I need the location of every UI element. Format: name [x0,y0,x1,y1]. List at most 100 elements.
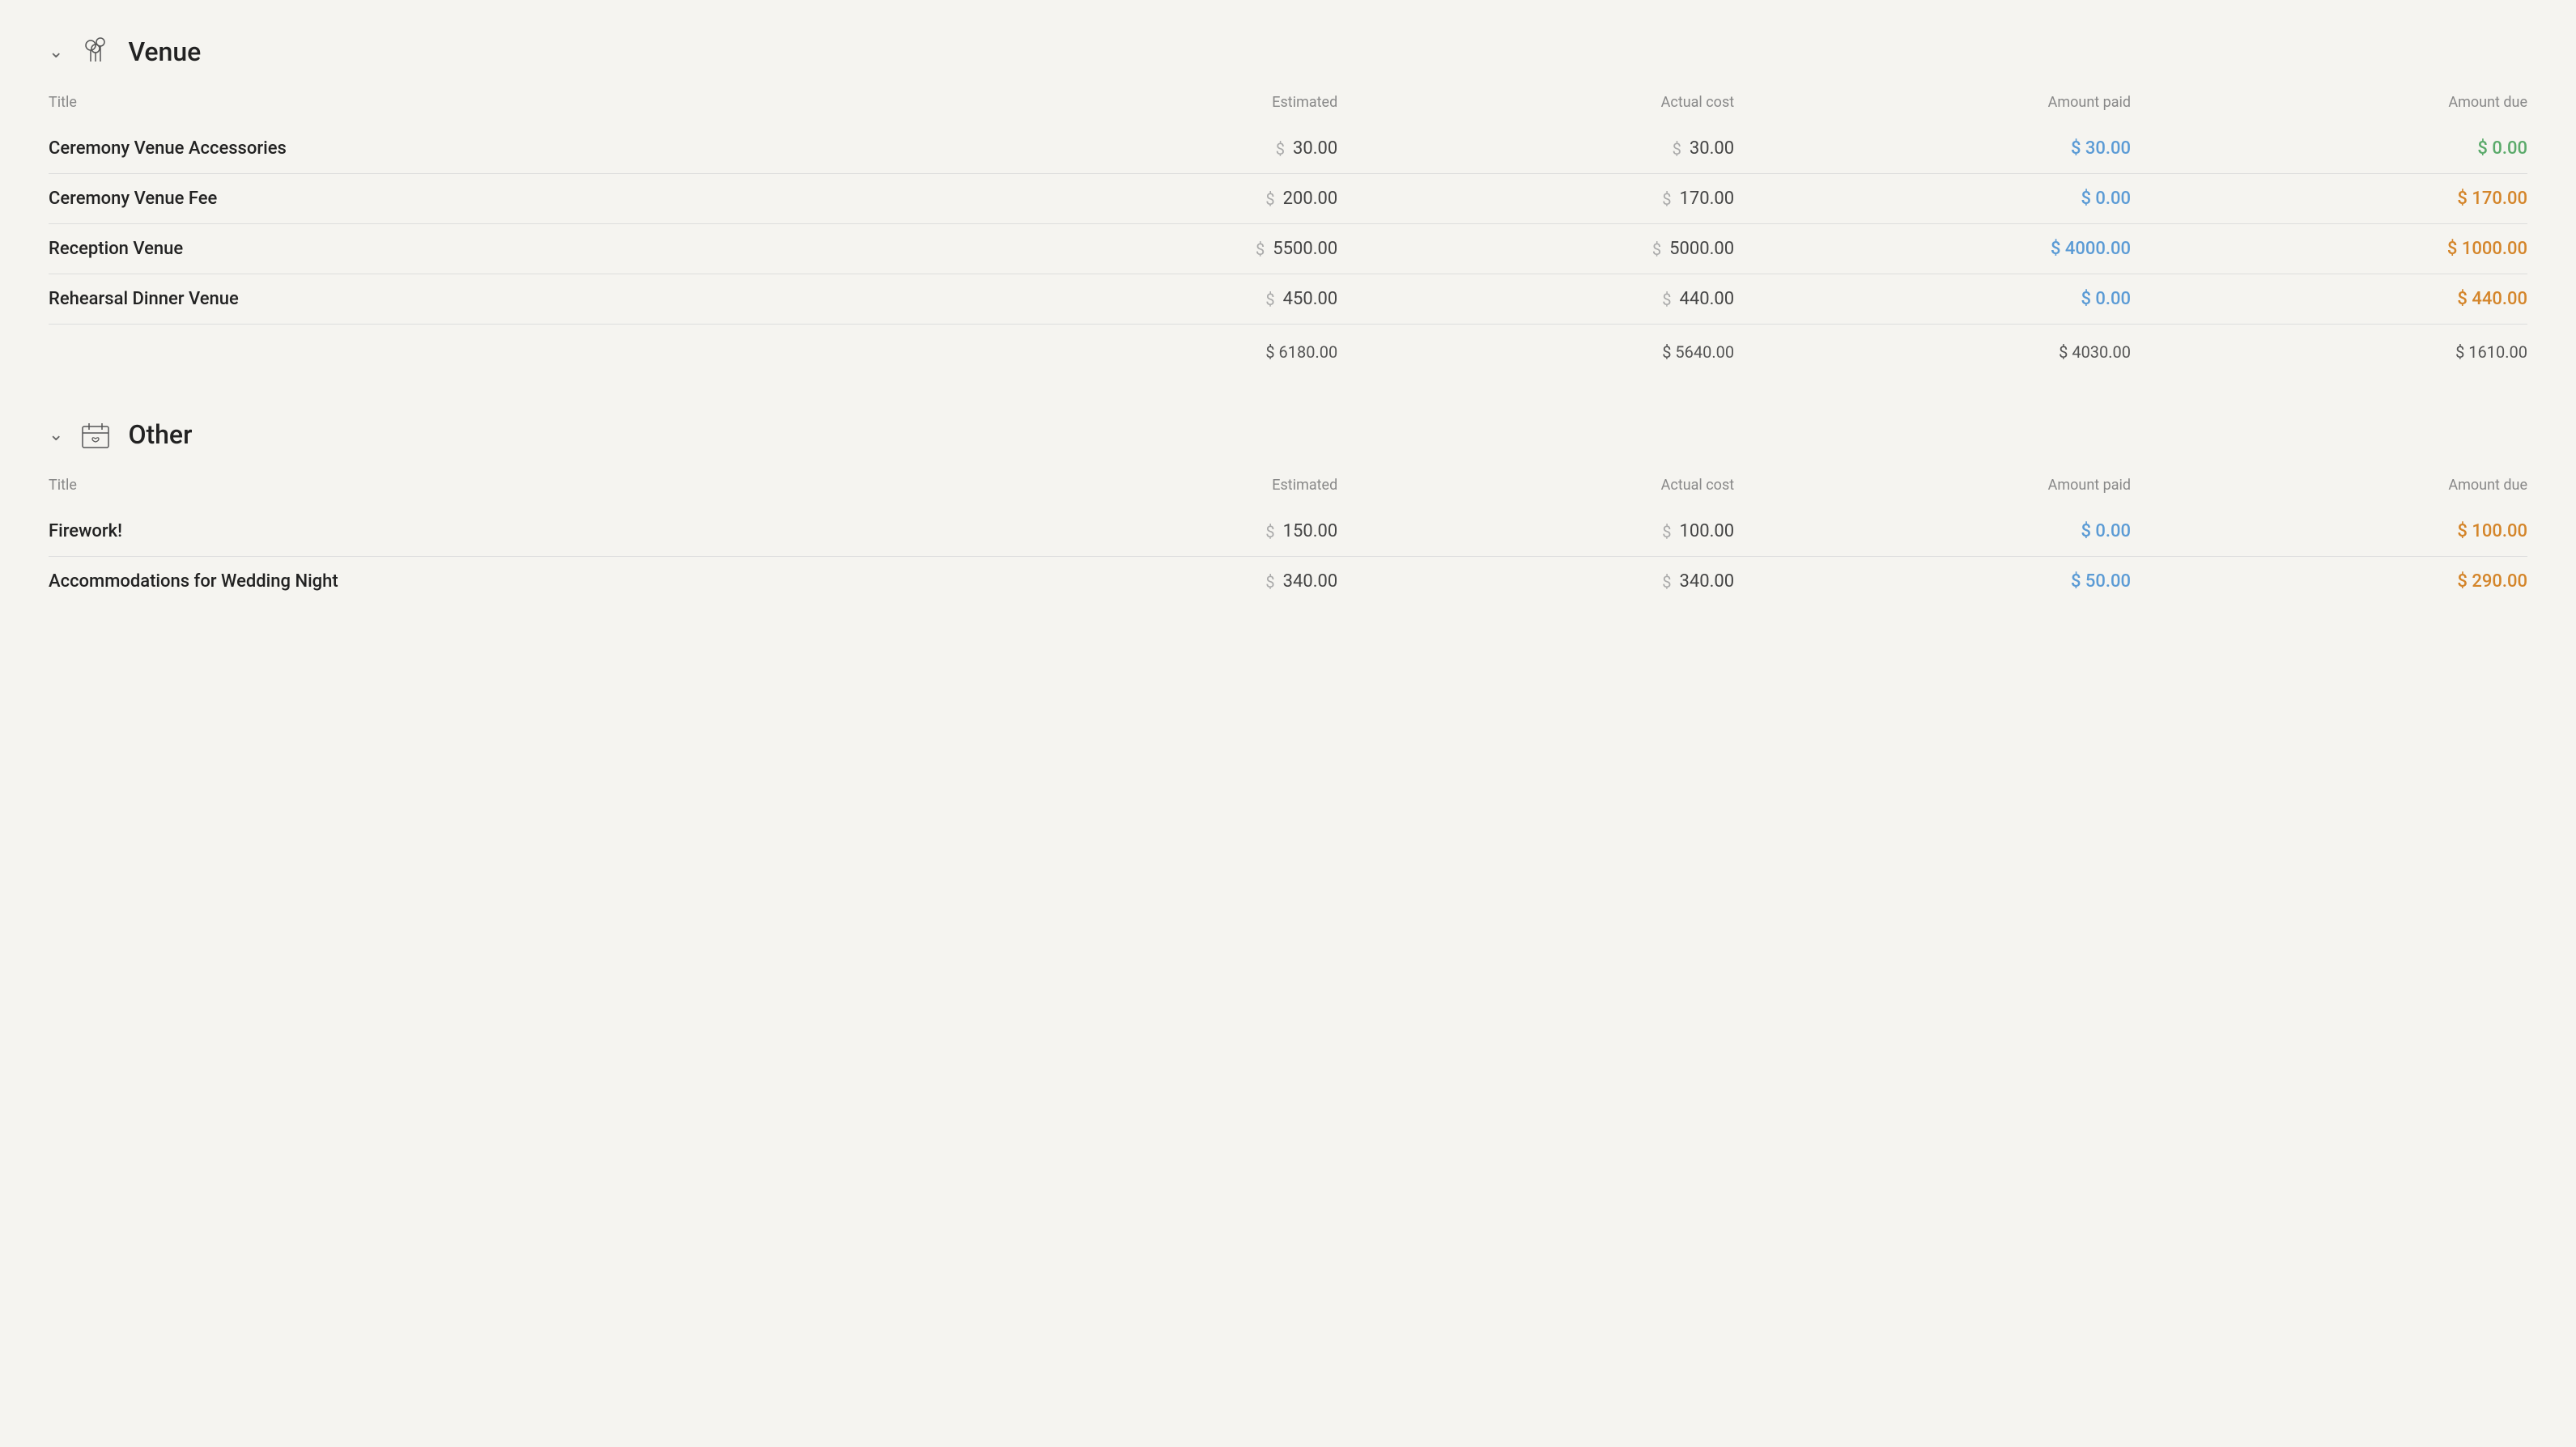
dollar-sign: $ [1662,290,1671,309]
budget-table: Title Estimated Actual cost Amount paid … [49,477,2527,606]
paid-cell: $ 4000.00 [1734,224,2131,274]
due-value: $ 1000.00 [2447,239,2527,259]
paid-value: $ 0.00 [2081,189,2131,209]
due-cell: $ 1000.00 [2131,224,2527,274]
totals-paid: $ 4030.00 [1734,325,2131,377]
paid-value: $ 4000.00 [2051,239,2131,259]
actual-cell: $ 100.00 [1337,507,1734,557]
table-row: Ceremony Venue Fee $ 200.00 $ 170.00 $ 0 [49,174,2527,224]
estimated-cell: $ 5500.00 [941,224,1337,274]
actual-value: 440.00 [1680,289,1735,309]
dollar-sign: $ [1662,572,1671,592]
paid-cell: $ 30.00 [1734,124,2131,174]
totals-paid-value: $ 4030.00 [2059,342,2131,362]
estimated-value: 450.00 [1283,289,1338,309]
dollar-sign: $ [1265,189,1274,209]
item-name: Rehearsal Dinner Venue [49,274,941,325]
table-row: Rehearsal Dinner Venue $ 450.00 $ 440.00 [49,274,2527,325]
section-header: ⌄ Venue [49,32,2527,71]
dollar-sign: $ [1673,139,1681,159]
due-value: $ 100.00 [2457,521,2527,541]
totals-actual-value: $ 5640.00 [1662,342,1734,362]
due-value: $ 440.00 [2457,289,2527,309]
budget-table: Title Estimated Actual cost Amount paid … [49,94,2527,376]
table-header-row: Title Estimated Actual cost Amount paid … [49,477,2527,507]
estimated-value: 150.00 [1283,521,1338,541]
due-value: $ 290.00 [2457,571,2527,592]
due-value: $ 170.00 [2457,189,2527,209]
table-row: Firework! $ 150.00 $ 100.00 $ 0.00 [49,507,2527,557]
actual-cell: $ 340.00 [1337,557,1734,607]
section-title: Other [128,419,192,450]
paid-value: $ 0.00 [2081,289,2131,309]
table-row: Accommodations for Wedding Night $ 340.0… [49,557,2527,607]
dollar-sign: $ [1662,522,1671,541]
col-amount-paid: Amount paid [1734,94,2131,124]
venue-icon [76,32,115,71]
estimated-value: 5500.00 [1273,239,1337,259]
paid-value: $ 30.00 [2071,138,2131,159]
paid-cell: $ 0.00 [1734,274,2131,325]
totals-due-value: $ 1610.00 [2455,342,2527,362]
due-cell: $ 290.00 [2131,557,2527,607]
totals-estimated: $ 6180.00 [941,325,1337,377]
dollar-sign: $ [1265,290,1274,309]
actual-value: 340.00 [1680,571,1735,592]
table-row: Reception Venue $ 5500.00 $ 5000.00 $ 40 [49,224,2527,274]
estimated-cell: $ 150.00 [941,507,1337,557]
item-name: Ceremony Venue Accessories [49,124,941,174]
section-venue: ⌄ Venue Title Estimated Actual cost Amou… [49,32,2527,376]
item-name: Firework! [49,507,941,557]
totals-due: $ 1610.00 [2131,325,2527,377]
col-amount-paid: Amount paid [1734,477,2131,507]
actual-value: 5000.00 [1669,239,1734,259]
col-amount-due: Amount due [2131,94,2527,124]
dollar-sign: $ [1265,572,1274,592]
paid-value: $ 50.00 [2071,571,2131,592]
item-name: Reception Venue [49,224,941,274]
other-icon [76,415,115,454]
col-title: Title [49,94,941,124]
totals-label [49,325,941,377]
totals-actual: $ 5640.00 [1337,325,1734,377]
chevron-down-icon[interactable]: ⌄ [49,425,63,445]
col-actual-cost: Actual cost [1337,94,1734,124]
table-row: Ceremony Venue Accessories $ 30.00 $ 30.… [49,124,2527,174]
estimated-cell: $ 30.00 [941,124,1337,174]
actual-value: 170.00 [1680,189,1735,209]
dollar-sign: $ [1265,522,1274,541]
paid-cell: $ 0.00 [1734,507,2131,557]
col-actual-cost: Actual cost [1337,477,1734,507]
due-cell: $ 440.00 [2131,274,2527,325]
col-estimated: Estimated [941,94,1337,124]
actual-cell: $ 170.00 [1337,174,1734,224]
actual-value: 30.00 [1690,138,1734,159]
paid-cell: $ 50.00 [1734,557,2131,607]
estimated-value: 200.00 [1283,189,1338,209]
totals-row: $ 6180.00 $ 5640.00 $ 4030.00 $ 1610.00 [49,325,2527,377]
dollar-sign: $ [1256,240,1265,259]
section-other: ⌄ Other Title Estimated Actual cost Amou… [49,415,2527,606]
chevron-down-icon[interactable]: ⌄ [49,42,63,62]
dollar-sign: $ [1652,240,1661,259]
col-amount-due: Amount due [2131,477,2527,507]
section-title: Venue [128,36,201,67]
item-name: Accommodations for Wedding Night [49,557,941,607]
dollar-sign: $ [1662,189,1671,209]
item-name: Ceremony Venue Fee [49,174,941,224]
table-header-row: Title Estimated Actual cost Amount paid … [49,94,2527,124]
totals-estimated-value: $ 6180.00 [1265,342,1337,362]
actual-cell: $ 440.00 [1337,274,1734,325]
due-cell: $ 0.00 [2131,124,2527,174]
due-value: $ 0.00 [2477,138,2527,159]
estimated-cell: $ 340.00 [941,557,1337,607]
dollar-sign: $ [1276,139,1285,159]
col-title: Title [49,477,941,507]
estimated-cell: $ 200.00 [941,174,1337,224]
estimated-cell: $ 450.00 [941,274,1337,325]
actual-cell: $ 30.00 [1337,124,1734,174]
actual-value: 100.00 [1680,521,1735,541]
col-estimated: Estimated [941,477,1337,507]
due-cell: $ 100.00 [2131,507,2527,557]
paid-value: $ 0.00 [2081,521,2131,541]
